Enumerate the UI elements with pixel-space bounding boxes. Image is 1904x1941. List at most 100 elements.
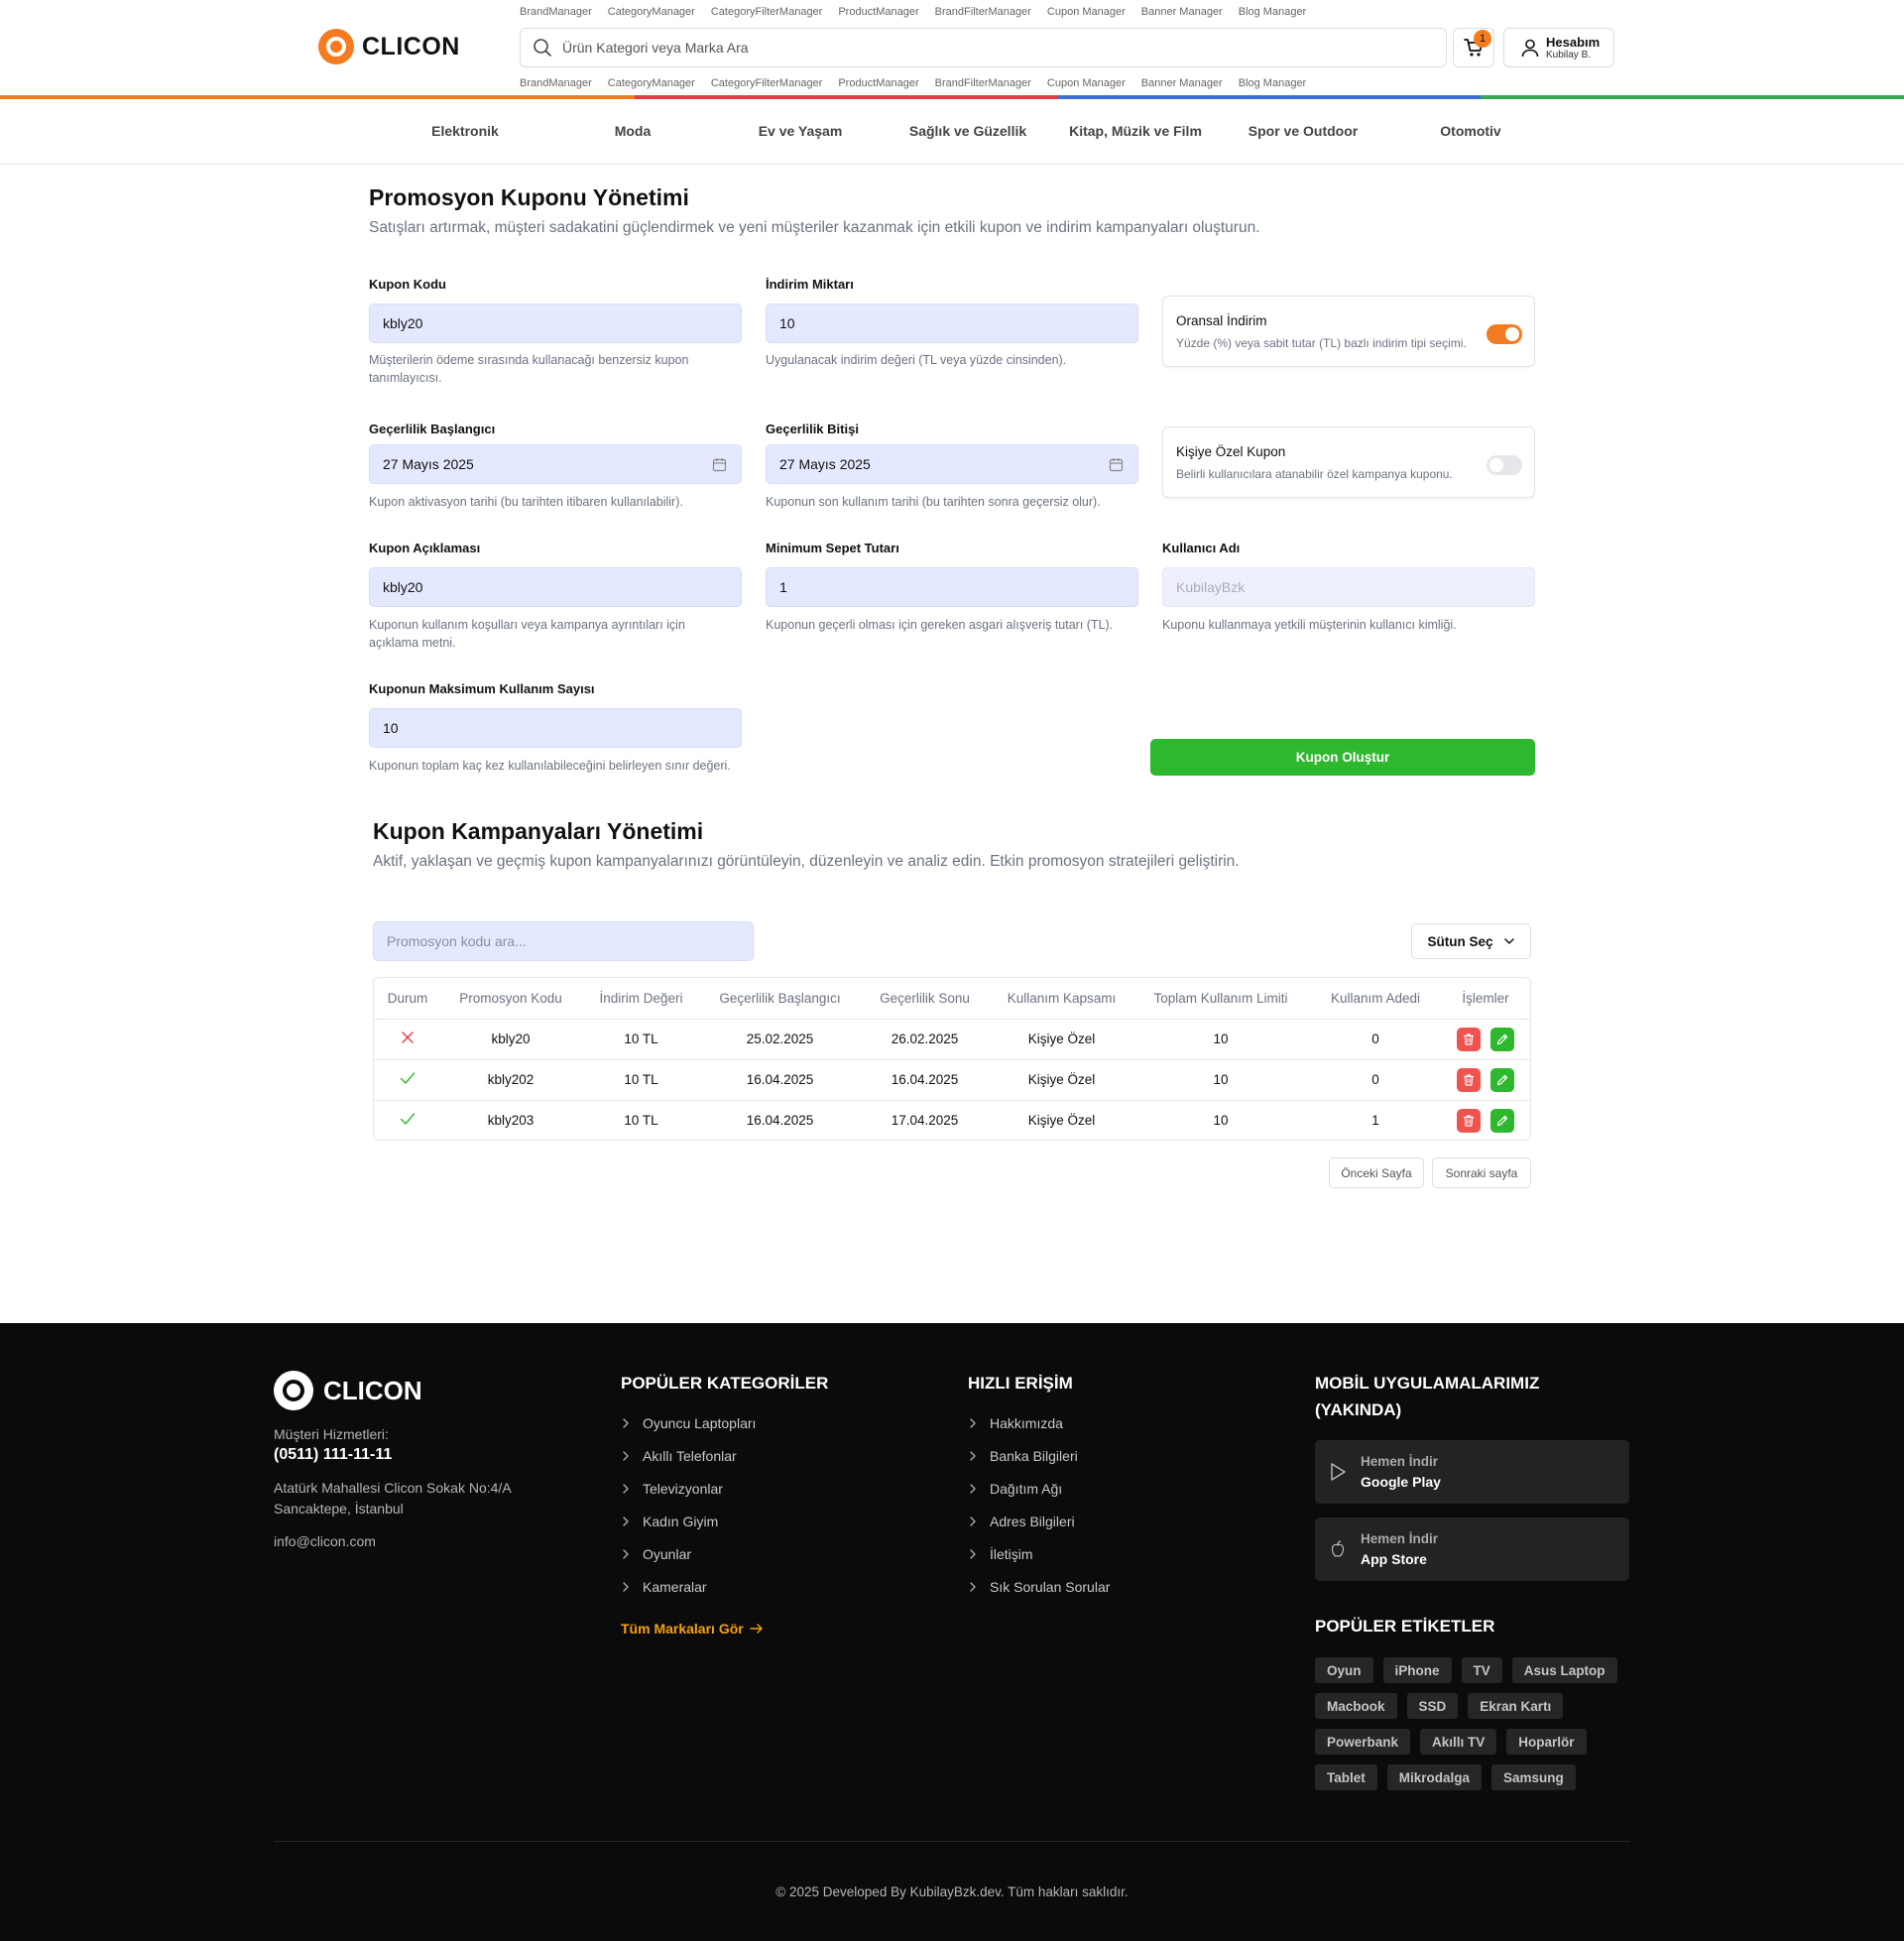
- start-cell: 25.02.2025: [702, 1019, 858, 1060]
- tag[interactable]: Ekran Kartı: [1468, 1693, 1564, 1719]
- list-item[interactable]: Kadın Giyim: [621, 1505, 756, 1537]
- tag[interactable]: Hoparlör: [1506, 1729, 1587, 1755]
- start-date-value: 27 Mayıs 2025: [383, 456, 474, 472]
- prev-page-button[interactable]: Önceki Sayfa: [1329, 1157, 1424, 1188]
- end-date-field[interactable]: 27 Mayıs 2025: [766, 444, 1138, 484]
- cart-count-badge: 1: [1474, 30, 1491, 48]
- max-usage-input[interactable]: [383, 720, 705, 736]
- app-store-button[interactable]: Hemen İndir App Store: [1315, 1517, 1629, 1581]
- tag[interactable]: Oyun: [1315, 1657, 1373, 1683]
- search-input[interactable]: [562, 40, 1415, 56]
- category-moda[interactable]: Moda: [615, 123, 652, 139]
- link-brand-manager[interactable]: BrandManager: [520, 77, 592, 89]
- calendar-icon[interactable]: [1109, 457, 1124, 472]
- link-cupon-manager[interactable]: Cupon Manager: [1047, 77, 1126, 89]
- link-category-filter-manager[interactable]: CategoryFilterManager: [711, 6, 823, 18]
- min-cart-input[interactable]: [779, 579, 1102, 595]
- create-coupon-button[interactable]: Kupon Oluştur: [1150, 739, 1535, 776]
- page-subtitle: Satışları artırmak, müşteri sadakatini g…: [369, 219, 1260, 236]
- username-input[interactable]: [1176, 579, 1498, 595]
- scope-cell: Kişiye Özel: [992, 1059, 1131, 1101]
- end-cell: 26.02.2025: [858, 1019, 992, 1060]
- all-brands-link[interactable]: Tüm Markaları Gör: [621, 1621, 764, 1637]
- link-brand-filter-manager[interactable]: BrandFilterManager: [935, 77, 1031, 89]
- description-field: [369, 567, 742, 607]
- tag[interactable]: Powerbank: [1315, 1729, 1411, 1755]
- discount-input[interactable]: [779, 315, 1102, 331]
- list-item[interactable]: Hakkımızda: [968, 1406, 1110, 1439]
- link-category-filter-manager[interactable]: CategoryFilterManager: [711, 77, 823, 89]
- list-item[interactable]: Televizyonlar: [621, 1472, 756, 1505]
- delete-button[interactable]: [1457, 1108, 1482, 1133]
- link-banner-manager[interactable]: Banner Manager: [1141, 6, 1223, 18]
- promo-search-input[interactable]: [387, 933, 724, 949]
- tag[interactable]: Samsung: [1491, 1764, 1576, 1790]
- chevron-down-icon: [1503, 938, 1514, 944]
- coupon-code-input[interactable]: [383, 315, 705, 331]
- category-ev-ve-yasam[interactable]: Ev ve Yaşam: [759, 123, 843, 139]
- column-select-button[interactable]: Sütun Seç: [1411, 923, 1531, 959]
- category-otomotiv[interactable]: Otomotiv: [1440, 123, 1500, 139]
- table-row: kbly203 10 TL 16.04.2025 17.04.2025 Kişi…: [374, 1100, 1530, 1140]
- list-item[interactable]: Oyuncu Laptopları: [621, 1406, 756, 1439]
- link-brand-filter-manager[interactable]: BrandFilterManager: [935, 6, 1031, 18]
- tag[interactable]: TV: [1461, 1657, 1502, 1683]
- category-kitap-muzik-film[interactable]: Kitap, Müzik ve Film: [1069, 123, 1202, 139]
- tag[interactable]: Macbook: [1315, 1693, 1397, 1719]
- tag[interactable]: iPhone: [1382, 1657, 1452, 1683]
- list-item[interactable]: Sık Sorulan Sorular: [968, 1570, 1110, 1603]
- footer-logo[interactable]: CLICON: [274, 1371, 422, 1410]
- tag[interactable]: Mikrodalga: [1386, 1764, 1483, 1790]
- list-item[interactable]: Akıllı Telefonlar: [621, 1439, 756, 1472]
- logo-text: CLICON: [362, 32, 460, 61]
- account-button[interactable]: Hesabım Kubilay B.: [1503, 28, 1614, 67]
- edit-button[interactable]: [1489, 1108, 1514, 1133]
- link-product-manager[interactable]: ProductManager: [838, 77, 918, 89]
- list-item-label: Dağıtım Ağı: [990, 1480, 1063, 1497]
- tag[interactable]: Asus Laptop: [1511, 1657, 1617, 1683]
- delete-button[interactable]: [1457, 1027, 1482, 1051]
- list-item[interactable]: Kameralar: [621, 1570, 756, 1603]
- link-category-manager[interactable]: CategoryManager: [608, 6, 695, 18]
- start-date-field[interactable]: 27 Mayıs 2025: [369, 444, 742, 484]
- link-blog-manager[interactable]: Blog Manager: [1239, 77, 1307, 89]
- link-blog-manager[interactable]: Blog Manager: [1239, 6, 1307, 18]
- list-item[interactable]: Adres Bilgileri: [968, 1505, 1110, 1537]
- description-label: Kupon Açıklaması: [369, 541, 481, 555]
- status-cell: [374, 1019, 441, 1060]
- list-item[interactable]: Banka Bilgileri: [968, 1439, 1110, 1472]
- google-play-button[interactable]: Hemen İndir Google Play: [1315, 1440, 1629, 1504]
- link-category-manager[interactable]: CategoryManager: [608, 77, 695, 89]
- min-cart-label: Minimum Sepet Tutarı: [766, 541, 899, 555]
- edit-button[interactable]: [1489, 1067, 1514, 1092]
- personal-coupon-toggle[interactable]: [1487, 455, 1522, 475]
- description-input[interactable]: [383, 579, 705, 595]
- category-elektronik[interactable]: Elektronik: [431, 123, 499, 139]
- chevron-right-icon: [623, 1483, 629, 1494]
- check-icon: [400, 1113, 416, 1125]
- delete-button[interactable]: [1457, 1067, 1482, 1092]
- account-username: Kubilay B.: [1546, 49, 1592, 61]
- list-item[interactable]: İletişim: [968, 1537, 1110, 1570]
- percent-discount-toggle[interactable]: [1487, 324, 1522, 344]
- category-saglik-ve-guzellik[interactable]: Sağlık ve Güzellik: [909, 123, 1026, 139]
- link-banner-manager[interactable]: Banner Manager: [1141, 77, 1223, 89]
- link-cupon-manager[interactable]: Cupon Manager: [1047, 6, 1126, 18]
- pencil-icon: [1496, 1115, 1508, 1126]
- percent-discount-title: Oransal İndirim: [1176, 313, 1267, 328]
- list-item[interactable]: Oyunlar: [621, 1537, 756, 1570]
- tag[interactable]: Akıllı TV: [1420, 1729, 1497, 1755]
- personal-coupon-desc: Belirli kullanıcılara atanabilir özel ka…: [1176, 467, 1453, 481]
- link-product-manager[interactable]: ProductManager: [838, 6, 918, 18]
- logo[interactable]: CLICON: [318, 29, 460, 64]
- link-brand-manager[interactable]: BrandManager: [520, 6, 592, 18]
- calendar-icon[interactable]: [712, 457, 727, 472]
- category-spor-ve-outdoor[interactable]: Spor ve Outdoor: [1249, 123, 1358, 139]
- tag[interactable]: Tablet: [1315, 1764, 1377, 1790]
- site-footer: CLICON Müşteri Hizmetleri: (0511) 111-11…: [0, 1323, 1904, 1941]
- tag[interactable]: SSD: [1406, 1693, 1459, 1719]
- discount-label: İndirim Miktarı: [766, 277, 854, 292]
- list-item[interactable]: Dağıtım Ağı: [968, 1472, 1110, 1505]
- edit-button[interactable]: [1489, 1027, 1514, 1051]
- next-page-button[interactable]: Sonraki sayfa: [1432, 1157, 1531, 1188]
